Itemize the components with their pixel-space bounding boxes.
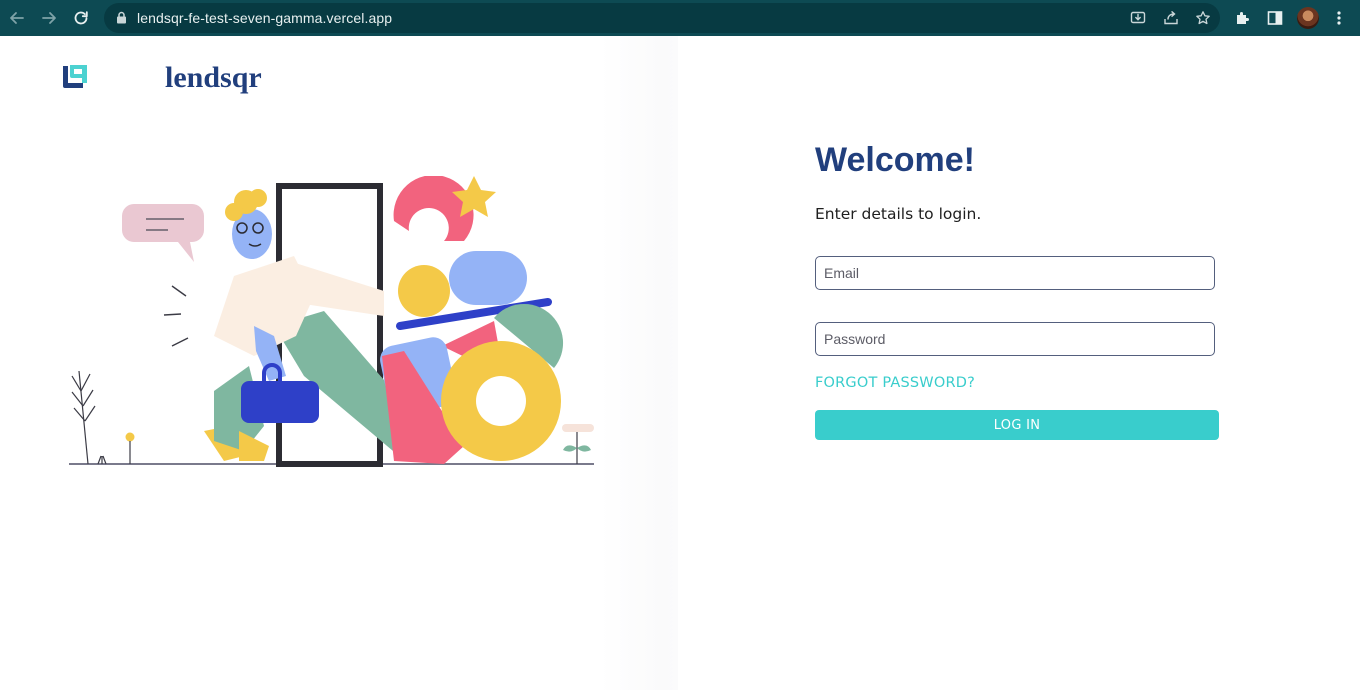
url-text[interactable]: lendsqr-fe-test-seven-gamma.vercel.app [137, 10, 392, 26]
pane-divider [600, 36, 678, 690]
illustration-pane: lendsqr [0, 36, 678, 690]
back-arrow-icon[interactable] [6, 7, 28, 29]
share-icon[interactable] [1162, 9, 1180, 27]
reload-icon[interactable] [70, 7, 92, 29]
profile-avatar[interactable] [1297, 7, 1319, 29]
password-field[interactable] [815, 322, 1215, 356]
pablo-sign-in-illustration [69, 176, 594, 467]
install-app-icon[interactable] [1129, 9, 1147, 27]
more-menu-icon[interactable] [1328, 7, 1350, 29]
login-subtitle: Enter details to login. [815, 205, 982, 223]
extensions-puzzle-icon[interactable] [1232, 7, 1254, 29]
side-panel-icon[interactable] [1264, 7, 1286, 29]
welcome-title: Welcome! [815, 141, 975, 179]
forward-arrow-icon[interactable] [38, 7, 60, 29]
forgot-password-link[interactable]: FORGOT PASSWORD? [815, 375, 975, 391]
login-page: lendsqr Welcome! Enter details to login.… [0, 36, 1360, 690]
brand-name: lendsqr [165, 61, 262, 94]
email-field[interactable] [815, 256, 1215, 290]
login-button[interactable]: LOG IN [815, 410, 1219, 440]
bookmark-star-icon[interactable] [1194, 9, 1212, 27]
browser-toolbar: lendsqr-fe-test-seven-gamma.vercel.app [0, 0, 1360, 36]
lendsqr-logo-icon [63, 65, 87, 88]
address-bar[interactable]: lendsqr-fe-test-seven-gamma.vercel.app [104, 3, 1220, 33]
lock-icon[interactable] [116, 11, 127, 29]
